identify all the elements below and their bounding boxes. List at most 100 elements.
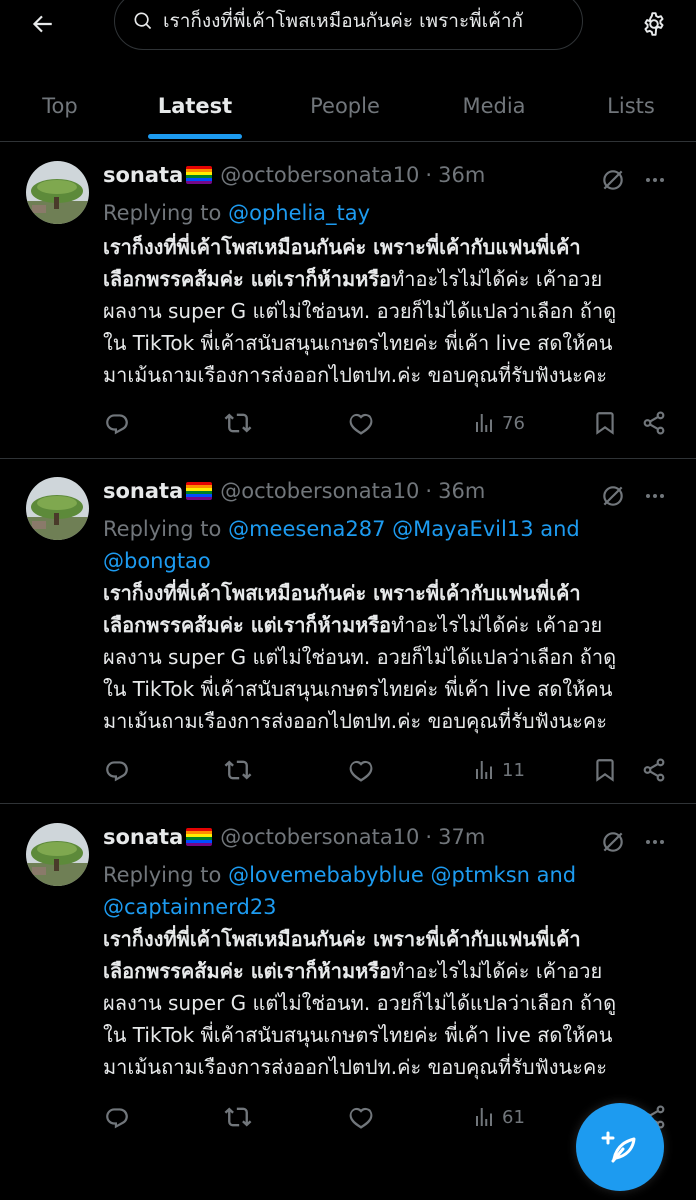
tweet-text-bold: เลือกพรรคส้มค่ะ แต่เราก็ห้ามหรือ [103,267,392,291]
heart-icon [349,1107,373,1129]
bookmark-icon [596,412,614,435]
mention-link[interactable]: @meesena287 @MayaEvil13 and [228,517,580,541]
tweet-header: sonata @octobersonata10 · 37m [103,825,485,849]
tweet-text-line: ผลงาน super G แต่ไม่ใช่อนท. อวยก็ไม่ได้แ… [103,299,617,323]
like-button[interactable] [348,1097,374,1137]
grok-button[interactable] [598,165,628,195]
compose-icon [601,1131,636,1163]
tab-media[interactable]: Media [434,70,554,142]
replying-to-label: Replying to [103,863,222,887]
display-name[interactable]: sonata [103,479,183,503]
retweet-icon [224,413,252,433]
replying-to-label: Replying to [103,517,222,541]
share-icon [643,758,665,782]
views-button[interactable]: 76 [472,403,525,443]
display-name[interactable]: sonata [103,825,183,849]
tweet[interactable]: sonata @octobersonata10 · 36m Replying t… [0,143,696,459]
search-icon [134,12,152,30]
settings-button[interactable] [634,4,674,44]
search-tabs: Top Latest People Media Lists [0,70,696,142]
tweet-text: เราก็งงที่พี่เค้าโพสเหมือนกันค่ะ เพราะพี… [103,577,673,737]
tweet-text-line: ใน TikTok พี่เค้าสนับสนุนเกษตรไทยค่ะ พี่… [103,1023,613,1047]
mention-link[interactable]: @ophelia_tay [228,201,370,225]
display-name[interactable]: sonata [103,163,183,187]
grok-icon [603,486,623,506]
tweet-text-line: เราก็งงที่พี่เค้าโพสเหมือนกันค่ะ เพราะพี… [103,235,581,259]
reply-icon [106,1108,128,1129]
separator: · [425,825,433,849]
retweet-button[interactable] [224,403,252,443]
mention-link[interactable]: @lovemebabyblue @ptmksn and [228,863,576,887]
views-icon [476,414,492,432]
back-button[interactable] [22,4,62,44]
user-handle[interactable]: @octobersonata10 [220,163,419,187]
reply-button[interactable] [104,1097,130,1137]
retweet-button[interactable] [224,750,252,790]
avatar[interactable] [26,161,89,224]
reply-button[interactable] [104,403,130,443]
more-button[interactable] [640,827,670,857]
share-icon [643,411,665,435]
tweet-actions: 11 [0,750,696,790]
grok-icon [603,170,623,190]
timestamp[interactable]: 36m [438,163,485,187]
compose-button[interactable] [576,1103,664,1191]
tweet-text: เราก็งงที่พี่เค้าโพสเหมือนกันค่ะ เพราะพี… [103,923,673,1083]
mention-link[interactable]: @bongtao [103,549,211,573]
bookmark-icon [596,759,614,782]
heart-icon [349,760,373,782]
reply-button[interactable] [104,750,130,790]
avatar[interactable] [26,823,89,886]
tweet-header: sonata @octobersonata10 · 36m [103,479,485,503]
grok-button[interactable] [598,827,628,857]
timestamp[interactable]: 37m [438,825,485,849]
user-handle[interactable]: @octobersonata10 [220,479,419,503]
avatar[interactable] [26,477,89,540]
tab-indicator [148,134,242,139]
grok-button[interactable] [598,481,628,511]
search-box[interactable]: เราก็งงที่พี่เค้าโพสเหมือนกันค่ะ เพราะพี… [114,0,583,50]
tweet-text: เราก็งงที่พี่เค้าโพสเหมือนกันค่ะ เพราะพี… [103,231,673,391]
retweet-button[interactable] [224,1097,252,1137]
tweet-text-line: มาเม้นถามเรืองการส่งออกไปตปท.ค่ะ ขอบคุณท… [103,1055,608,1079]
grok-icon [603,832,623,852]
rainbow-flag-icon [186,166,213,184]
tweet-text-line: มาเม้นถามเรืองการส่งออกไปตปท.ค่ะ ขอบคุณท… [103,363,608,387]
views-count: 76 [502,412,525,434]
bookmark-button[interactable] [592,403,618,443]
tweet-text-line: ใน TikTok พี่เค้าสนับสนุนเกษตรไทยค่ะ พี่… [103,331,613,355]
search-input[interactable]: เราก็งงที่พี่เค้าโพสเหมือนกันค่ะ เพราะพี… [163,6,523,36]
arrow-left-icon [32,15,52,33]
user-handle[interactable]: @octobersonata10 [220,825,419,849]
views-count: 11 [502,759,525,781]
tab-people[interactable]: People [280,70,410,142]
views-icon [476,761,492,779]
more-button[interactable] [640,165,670,195]
bookmark-button[interactable] [592,750,618,790]
tweet-text-line: เราก็งงที่พี่เค้าโพสเหมือนกันค่ะ เพราะพี… [103,927,581,951]
tab-lists[interactable]: Lists [576,70,686,142]
separator: · [425,163,433,187]
tab-top[interactable]: Top [0,70,120,142]
tweet-text-line: ทำอะไรไม่ได้ค่ะ เค้าอวย [391,613,603,637]
retweet-icon [224,1107,252,1127]
tweet[interactable]: sonata @octobersonata10 · 36m Replying t… [0,459,696,804]
tweet-header: sonata @octobersonata10 · 36m [103,163,485,187]
more-icon [646,840,664,844]
views-button[interactable]: 11 [472,750,525,790]
views-button[interactable]: 61 [472,1097,525,1137]
timestamp[interactable]: 36m [438,479,485,503]
tweet-actions: 76 [0,403,696,443]
views-icon [476,1108,492,1126]
like-button[interactable] [348,403,374,443]
more-button[interactable] [640,481,670,511]
mention-link[interactable]: @captainnerd23 [103,895,277,919]
share-button[interactable] [641,403,667,443]
tweet-text-line: ผลงาน super G แต่ไม่ใช่อนท. อวยก็ไม่ได้แ… [103,991,617,1015]
tweet-text-bold: เลือกพรรคส้มค่ะ แต่เราก็ห้ามหรือ [103,613,392,637]
like-button[interactable] [348,750,374,790]
tab-latest[interactable]: Latest [135,70,255,142]
rainbow-flag-icon [186,828,213,846]
share-button[interactable] [641,750,667,790]
tweet-text-bold: เลือกพรรคส้มค่ะ แต่เราก็ห้ามหรือ [103,959,392,983]
